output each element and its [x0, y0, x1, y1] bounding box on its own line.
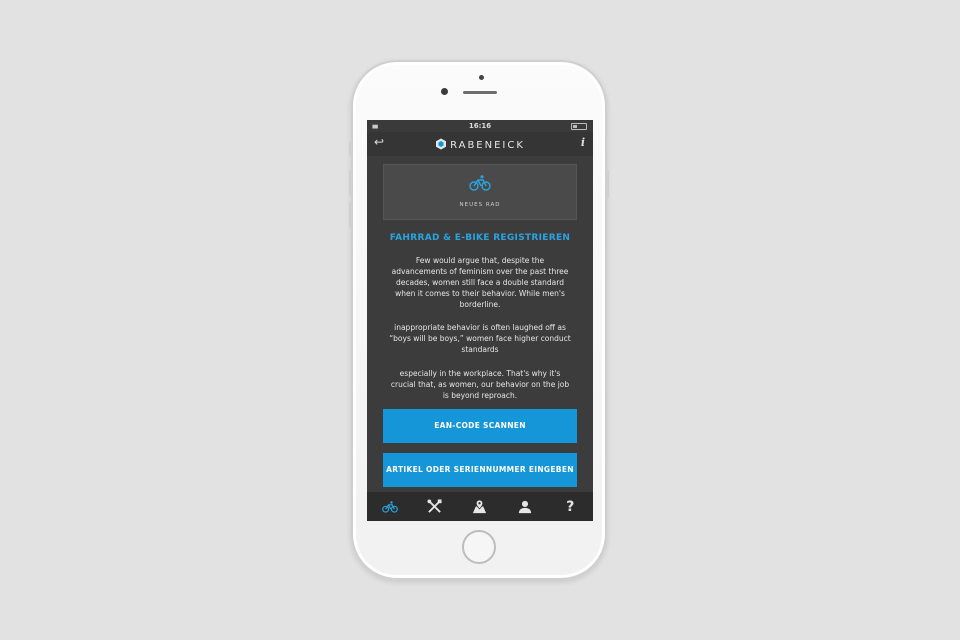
power-button: [606, 170, 609, 198]
tab-tools[interactable]: [420, 496, 450, 518]
tab-bar: ?: [367, 492, 593, 521]
description-paragraph: Few would argue that, despite the advanc…: [391, 256, 569, 309]
tab-help[interactable]: ?: [555, 496, 585, 518]
description-paragraph: especially in the workplace. That's why …: [390, 369, 570, 400]
bicycle-icon: [384, 175, 576, 195]
tab-bike[interactable]: [375, 496, 405, 518]
proximity-sensor: [479, 75, 484, 80]
brand-name: RABENEICK: [450, 140, 525, 151]
new-bike-label: NEUES RAD: [459, 202, 501, 208]
enter-serial-button[interactable]: ARTIKEL ODER SERIENNUMMER EINGEBEN: [383, 453, 577, 487]
phone-frame: ▮▮▮ 16:16 ↩ RABENEICK i NEUES RAD FAHRRA…: [349, 60, 609, 580]
status-bar: ▮▮▮ 16:16: [367, 120, 593, 132]
description-paragraph: inappropriate behavior is often laughed …: [389, 323, 571, 354]
tab-profile[interactable]: [510, 496, 540, 518]
brand-mark-icon: [436, 138, 447, 150]
info-icon[interactable]: i: [581, 136, 585, 149]
tab-map[interactable]: [465, 496, 495, 518]
battery-icon: [571, 123, 587, 130]
app-screen: ▮▮▮ 16:16 ↩ RABENEICK i NEUES RAD FAHRRA…: [367, 120, 593, 521]
mute-switch: [349, 142, 352, 156]
map-pin-icon: [473, 499, 487, 514]
help-icon: ?: [566, 498, 575, 515]
navigation-bar: ↩ RABENEICK i: [367, 132, 593, 156]
volume-down-button: [349, 202, 352, 228]
home-button: [462, 530, 496, 564]
brand-logo: RABENEICK: [367, 138, 593, 151]
bicycle-icon: [381, 500, 398, 513]
user-icon: [519, 500, 532, 513]
front-camera: [441, 88, 448, 95]
main-content: NEUES RAD FAHRRAD & E-BIKE REGISTRIEREN …: [367, 156, 593, 487]
volume-up-button: [349, 170, 352, 196]
tools-icon: [427, 499, 442, 513]
page-title: FAHRRAD & E-BIKE REGISTRIEREN: [389, 233, 571, 243]
status-time: 16:16: [468, 122, 492, 130]
earpiece-speaker: [463, 91, 497, 94]
new-bike-card[interactable]: NEUES RAD: [383, 164, 577, 220]
scan-ean-button[interactable]: EAN-CODE SCANNEN: [383, 409, 577, 443]
